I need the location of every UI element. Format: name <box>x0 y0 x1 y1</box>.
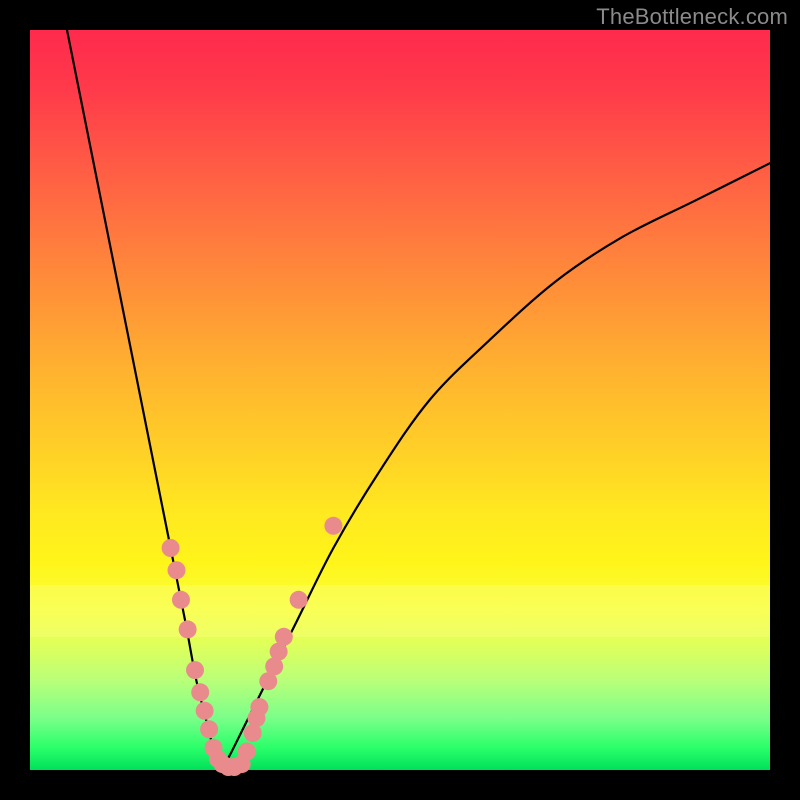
data-point <box>250 698 268 716</box>
data-point <box>172 591 190 609</box>
data-point <box>191 683 209 701</box>
data-point <box>168 561 186 579</box>
data-point <box>290 591 308 609</box>
data-point <box>238 743 256 761</box>
data-point <box>179 620 197 638</box>
data-point <box>200 720 218 738</box>
watermark-text: TheBottleneck.com <box>596 4 788 30</box>
data-point <box>162 539 180 557</box>
data-point <box>324 517 342 535</box>
data-point <box>186 661 204 679</box>
data-point <box>275 628 293 646</box>
curve-layer <box>30 30 770 770</box>
data-point <box>196 702 214 720</box>
curve-right <box>221 163 770 770</box>
scatter-points <box>162 517 343 776</box>
plot-area <box>30 30 770 770</box>
curve-left <box>67 30 221 770</box>
chart-frame: TheBottleneck.com <box>0 0 800 800</box>
